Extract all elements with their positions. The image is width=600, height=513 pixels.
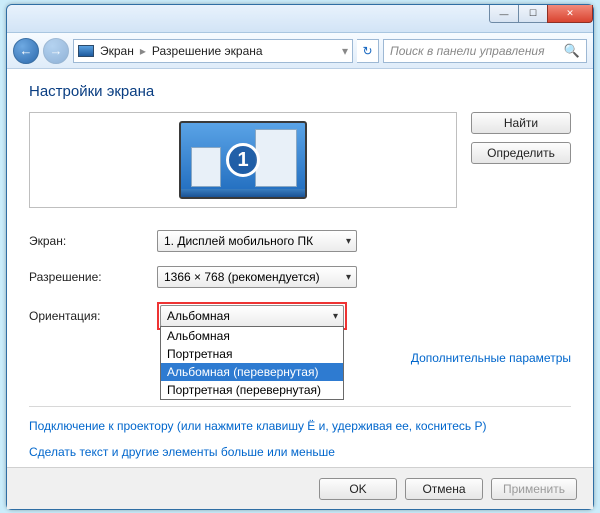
cancel-button[interactable]: Отмена [405, 478, 483, 500]
find-button[interactable]: Найти [471, 112, 571, 134]
close-button[interactable]: ✕ [547, 5, 593, 23]
window-icon [191, 147, 221, 187]
address-bar[interactable]: Экран ▸ Разрешение экрана ▾ [73, 39, 353, 63]
search-placeholder: Поиск в панели управления [390, 44, 545, 58]
monitor-number: 1 [226, 143, 260, 177]
taskbar-icon [181, 189, 305, 197]
screen-value: 1. Дисплей мобильного ПК [164, 234, 313, 248]
ok-button[interactable]: OK [319, 478, 397, 500]
display-preview[interactable]: 1 [29, 112, 457, 208]
navbar: ← → Экран ▸ Разрешение экрана ▾ ↻ Поиск … [7, 33, 593, 69]
window-icon [255, 129, 297, 187]
resolution-label: Разрешение: [29, 270, 157, 284]
textsize-link[interactable]: Сделать текст и другие элементы больше и… [29, 445, 335, 459]
content: Настройки экрана 1 Найти Определить Экра… [7, 69, 593, 495]
monitor-icon [78, 45, 94, 57]
orientation-value: Альбомная [167, 309, 230, 323]
advanced-link[interactable]: Дополнительные параметры [411, 351, 571, 365]
refresh-button[interactable]: ↻ [357, 39, 379, 63]
orientation-option[interactable]: Портретная (перевернутая) [161, 381, 343, 399]
resolution-row: Разрешение: 1366 × 768 (рекомендуется) [29, 266, 571, 288]
identify-button[interactable]: Определить [471, 142, 571, 164]
screen-row: Экран: 1. Дисплей мобильного ПК [29, 230, 571, 252]
side-buttons: Найти Определить [471, 112, 571, 208]
orientation-option[interactable]: Альбомная [161, 327, 343, 345]
orientation-row: Ориентация: Альбомная Альбомная Портретн… [29, 302, 571, 330]
titlebar: — ☐ ✕ [7, 5, 593, 33]
minimize-button[interactable]: — [489, 5, 519, 23]
orientation-label: Ориентация: [29, 309, 157, 323]
orientation-combo[interactable]: Альбомная [160, 305, 344, 327]
page-title: Настройки экрана [29, 83, 571, 100]
search-input[interactable]: Поиск в панели управления 🔍 [383, 39, 587, 63]
chevron-right-icon: ▸ [140, 44, 146, 58]
orientation-highlight: Альбомная Альбомная Портретная Альбомная… [157, 302, 347, 330]
resolution-value: 1366 × 768 (рекомендуется) [164, 270, 320, 284]
resolution-combo[interactable]: 1366 × 768 (рекомендуется) [157, 266, 357, 288]
screen-combo[interactable]: 1. Дисплей мобильного ПК [157, 230, 357, 252]
maximize-button[interactable]: ☐ [518, 5, 548, 23]
forward-button[interactable]: → [43, 38, 69, 64]
monitor-thumbnail[interactable]: 1 [179, 121, 307, 199]
footer: OK Отмена Применить [7, 467, 593, 509]
screen-label: Экран: [29, 234, 157, 248]
projector-link[interactable]: Подключение к проектору (или нажмите кла… [29, 419, 486, 433]
orientation-option[interactable]: Альбомная (перевернутая) [161, 363, 343, 381]
separator [29, 406, 571, 407]
breadcrumb-item[interactable]: Экран [100, 44, 134, 58]
breadcrumb-item[interactable]: Разрешение экрана [152, 44, 263, 58]
orientation-option[interactable]: Портретная [161, 345, 343, 363]
preview-row: 1 Найти Определить [29, 112, 571, 208]
window: — ☐ ✕ ← → Экран ▸ Разрешение экрана ▾ ↻ … [6, 4, 594, 510]
back-button[interactable]: ← [13, 38, 39, 64]
orientation-dropdown: Альбомная Портретная Альбомная (переверн… [160, 326, 344, 400]
search-icon: 🔍 [564, 43, 580, 59]
apply-button[interactable]: Применить [491, 478, 577, 500]
chevron-down-icon[interactable]: ▾ [342, 44, 348, 58]
